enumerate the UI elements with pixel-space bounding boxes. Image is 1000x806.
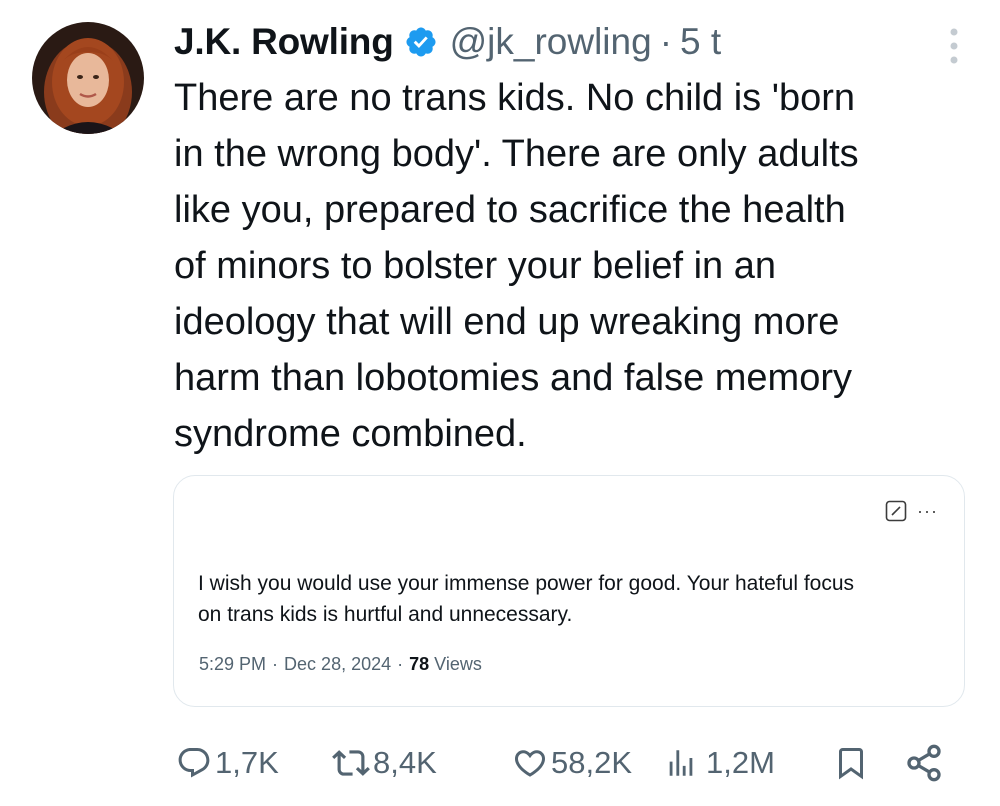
action-bar: 1,7K 8,4K 58,2K 1,2M — [176, 733, 966, 793]
share-icon — [907, 744, 941, 782]
avatar-image — [32, 22, 144, 134]
views-button[interactable]: 1,2M — [664, 733, 775, 793]
author-name[interactable]: J.K. Rowling — [174, 21, 394, 63]
repost-button[interactable]: 8,4K — [332, 733, 437, 793]
edit-icon[interactable] — [885, 500, 907, 522]
reply-icon — [178, 748, 210, 778]
quote-toolbar: ··· — [885, 500, 938, 522]
more-vertical-icon[interactable] — [944, 24, 964, 68]
quoted-separator: · — [272, 654, 279, 674]
bookmark-button[interactable] — [833, 733, 869, 793]
repost-icon — [332, 750, 370, 776]
quoted-views-count: 78 — [409, 654, 430, 674]
views-bar-chart-icon — [669, 750, 693, 776]
bookmark-icon — [839, 748, 863, 780]
quote-more-icon[interactable]: ··· — [917, 502, 938, 520]
quoted-tweet-card[interactable]: ··· I wish you would use your immense po… — [173, 475, 965, 707]
like-count: 58,2K — [551, 745, 633, 780]
author-handle[interactable]: @jk_rowling — [450, 21, 652, 63]
views-count: 1,2M — [706, 745, 775, 780]
repost-count: 8,4K — [373, 745, 437, 780]
quoted-date: Dec 28, 2024 — [284, 654, 392, 674]
quoted-tweet-text: I wish you would use your immense power … — [198, 572, 855, 626]
quoted-views-label: Views — [434, 654, 482, 674]
quoted-tweet-meta: 5:29 PM · Dec 28, 2024 · 78 Views — [199, 654, 482, 675]
tweet-text: There are no trans kids. No child is 'bo… — [174, 77, 859, 455]
reply-count: 1,7K — [215, 745, 279, 780]
avatar[interactable] — [32, 22, 144, 134]
like-button[interactable]: 58,2K — [512, 733, 632, 793]
verified-badge-icon — [404, 25, 438, 59]
quoted-time: 5:29 PM — [199, 654, 267, 674]
share-button[interactable] — [904, 733, 944, 793]
heart-icon — [514, 750, 546, 777]
tweet-header: J.K. Rowling @jk_rowling · 5 t — [174, 18, 970, 66]
header-separator: · — [659, 21, 673, 62]
tweet-time[interactable]: 5 t — [680, 21, 721, 63]
quoted-separator-2: · — [397, 654, 404, 674]
reply-button[interactable]: 1,7K — [176, 733, 279, 793]
